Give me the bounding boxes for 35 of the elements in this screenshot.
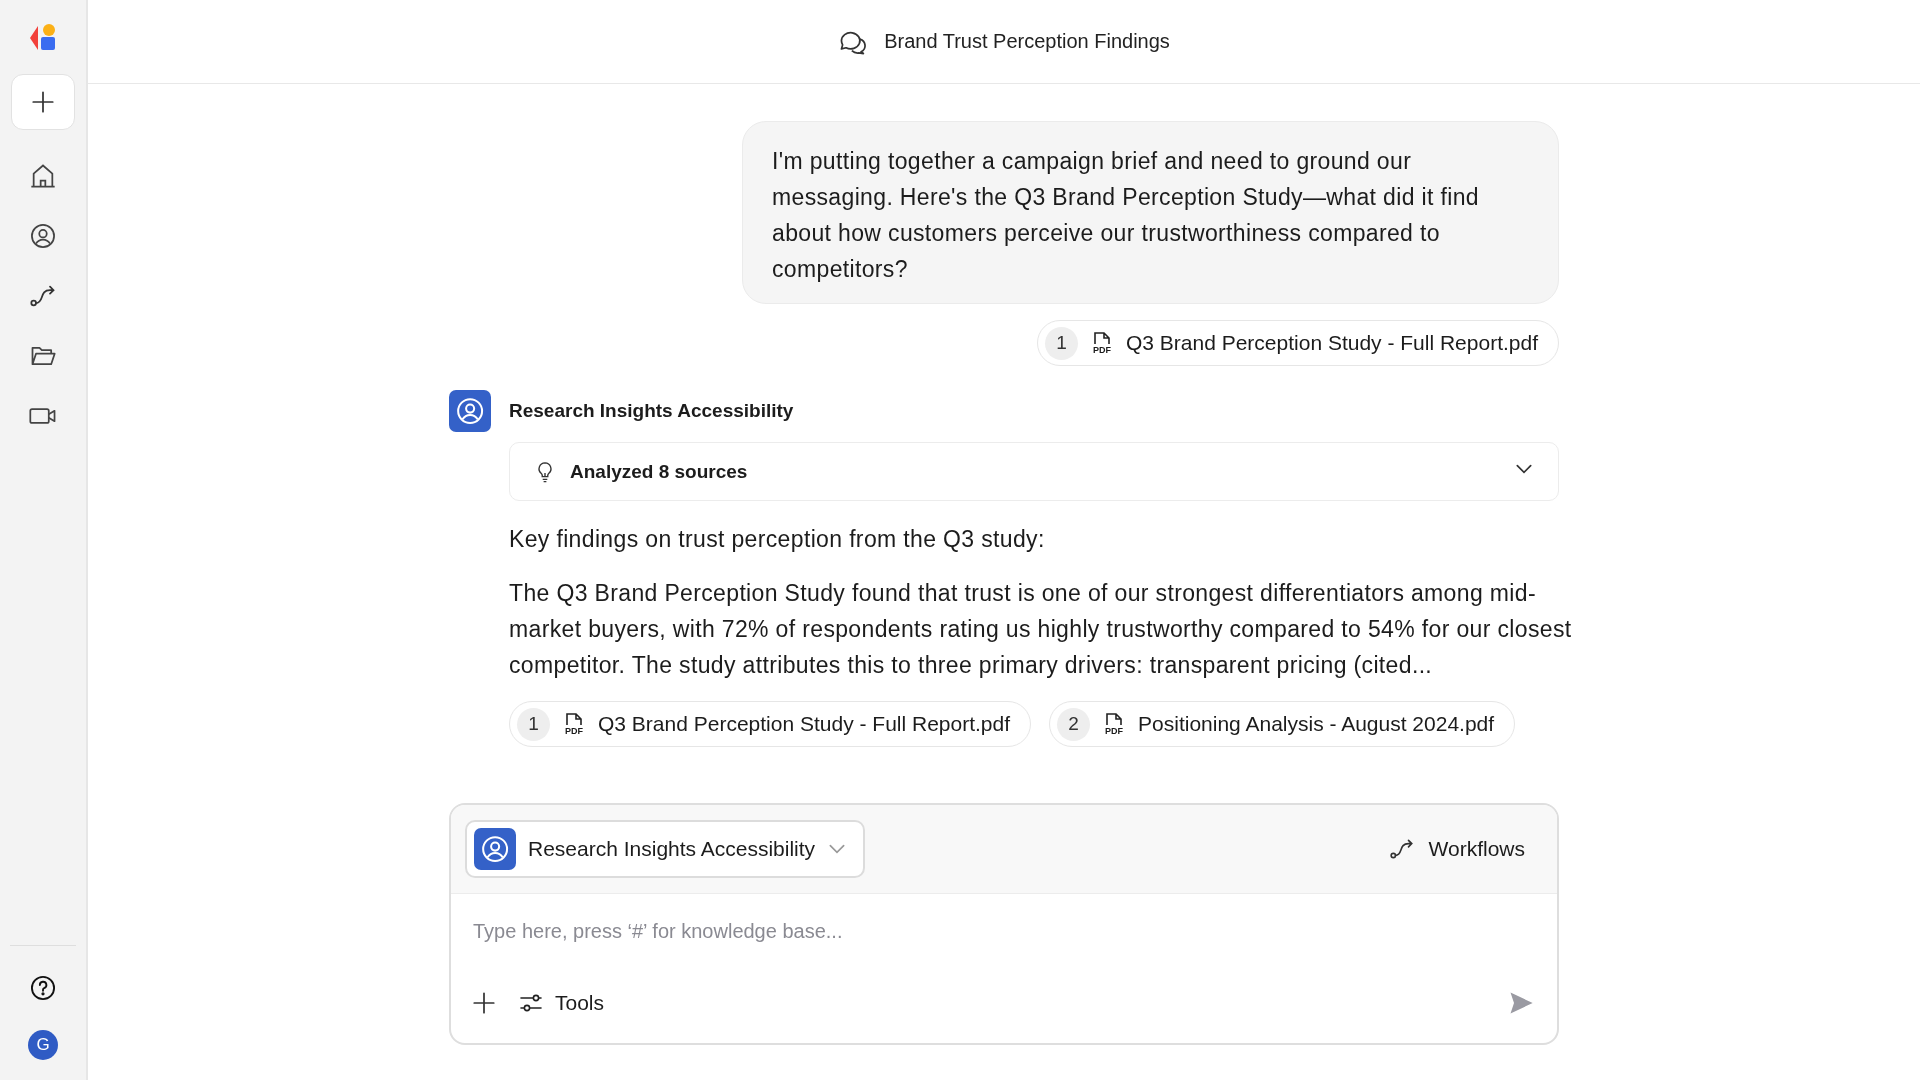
citation-number: 2 <box>1057 707 1091 741</box>
help-icon[interactable] <box>29 974 57 1002</box>
file-type-label: PDF <box>565 725 583 736</box>
response-paragraph: The Q3 Brand Perception Study found that trust is one of our strongest differentiators among mid-market buyers, with 72% of respondents rating us highly trustworthy compared to 54% for our closest competitor. The study attributes this to three primary drivers: transparent pricing (cited... <box>509 579 1573 680</box>
agent-selector[interactable]: Research Insights Accessibility <box>465 820 866 878</box>
citation-number: 1 <box>1044 326 1078 360</box>
home-icon[interactable] <box>29 162 57 190</box>
agent-name: Research Insights Accessibility <box>509 400 794 422</box>
agent-avatar-icon <box>449 390 491 432</box>
file-name: Positioning Analysis - August 2024.pdf <box>1138 712 1495 736</box>
sources-dropdown[interactable]: Analyzed 8 sources <box>509 442 1559 501</box>
add-button[interactable] <box>471 990 497 1016</box>
plus-icon <box>30 89 56 115</box>
user-message: I'm putting together a campaign brief and need to ground our messaging. Here's the Q3 Brand Perception Study—what did it find about how customers perceive our trustworthiness compared to competitors? <box>742 121 1559 304</box>
plus-icon <box>471 990 497 1016</box>
user-avatar[interactable]: G <box>28 1030 58 1060</box>
agent-avatar-icon <box>474 828 516 870</box>
tools-button[interactable]: Tools <box>519 991 605 1015</box>
file-name: Q3 Brand Perception Study - Full Report.pdf <box>1125 331 1538 355</box>
person-icon[interactable] <box>29 222 57 250</box>
chat-title: Brand Trust Perception Findings <box>884 30 1170 53</box>
file-attachment-chip[interactable]: 1 PDF Q3 Brand Perception Study - Full Report.pdf <box>1036 320 1559 366</box>
new-chat-button[interactable] <box>11 74 75 130</box>
file-type-label: PDF <box>1105 725 1124 736</box>
file-icon <box>1092 331 1111 344</box>
file-attachment-chip[interactable]: 1 PDF Q3 Brand Perception Study - Full Report.pdf <box>509 701 1032 747</box>
file-attachment-chip[interactable]: 2 PDF Positioning Analysis - August 2024.pdf <box>1049 701 1516 747</box>
citation-number: 1 <box>517 707 550 741</box>
file-icon <box>565 712 583 725</box>
workflows-button[interactable]: Workflows <box>1388 830 1543 868</box>
file-type-label: PDF <box>1092 344 1111 355</box>
sliders-icon <box>519 992 543 1014</box>
response-intro: Key findings on trust perception from the Q3 study: <box>509 525 1046 554</box>
file-icon <box>1105 712 1124 725</box>
file-name: Q3 Brand Perception Study - Full Report.pdf <box>598 712 1011 736</box>
